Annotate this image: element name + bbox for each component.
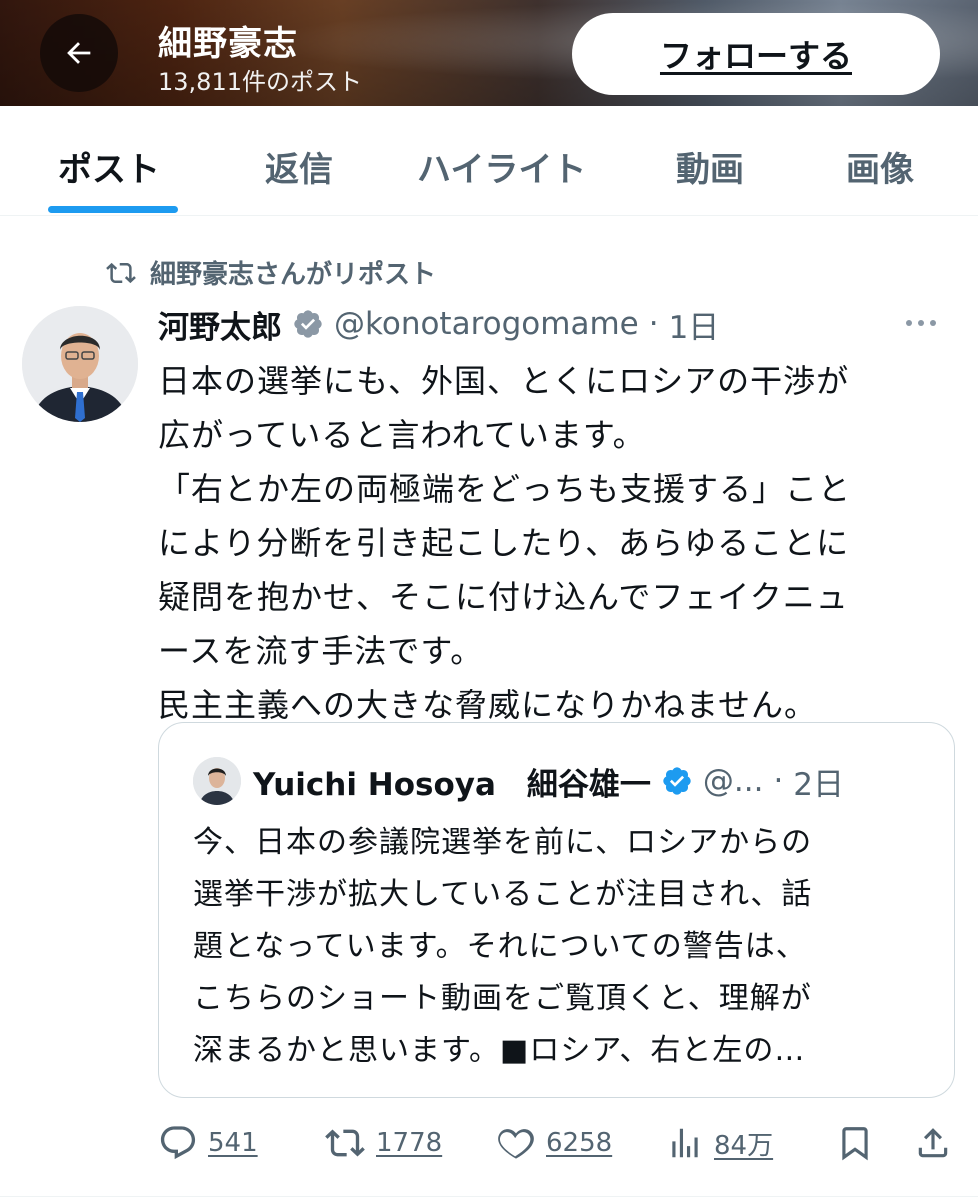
bookmark-icon [842, 1127, 868, 1161]
repost-label: 細野豪志さんがリポスト [150, 260, 437, 290]
quoted-post-header: Yuichi Hosoya 細谷雄一 @... · 2日 [253, 757, 844, 805]
reply-button[interactable]: 541 [158, 1118, 258, 1168]
avatar[interactable] [22, 306, 138, 422]
like-button[interactable]: 6258 [496, 1118, 612, 1168]
separator-dot: · [773, 763, 784, 799]
repost-icon [325, 1129, 365, 1157]
quoted-post-text: 今、日本の参議院選挙を前に、ロシアからの 選挙干渉が拡大していることが注目され、… [193, 825, 813, 1068]
tab-posts[interactable]: ポスト [58, 142, 160, 191]
author-handle[interactable]: @konotarogomame [334, 306, 639, 342]
avatar-portrait [22, 306, 138, 422]
share-button[interactable] [914, 1118, 952, 1168]
repost-context[interactable]: 細野豪志さんがリポスト [104, 254, 436, 291]
post-text: 日本の選挙にも、外国、とくにロシアの干渉が 広がっていると言われています。 「右… [158, 362, 852, 724]
tab-videos[interactable]: 動画 [676, 142, 744, 191]
arrow-left-icon [67, 42, 91, 64]
like-count: 6258 [546, 1128, 613, 1158]
verified-badge-icon [663, 767, 691, 795]
views-chart-icon [672, 1128, 698, 1158]
post-header: 河野太郎 @konotarogomame · 1日 [158, 302, 948, 346]
separator-dot: · [648, 306, 659, 342]
tab-images[interactable]: 画像 [846, 142, 914, 191]
post-actions: 541 1778 6258 84万 [158, 1118, 958, 1168]
repost-icon [106, 262, 136, 283]
quoted-author-name: Yuichi Hosoya 細谷雄一 [253, 766, 651, 803]
profile-header-banner: 細野豪志 13,811件のポスト フォローする [0, 0, 978, 106]
repost-count: 1778 [376, 1128, 443, 1158]
quoted-avatar [193, 757, 241, 805]
back-button[interactable] [40, 14, 118, 92]
quoted-post-card[interactable]: Yuichi Hosoya 細谷雄一 @... · 2日 今、日本の参議院選挙を… [158, 722, 955, 1098]
follow-button[interactable]: フォローする [572, 13, 940, 95]
repost-button[interactable]: 1778 [324, 1118, 442, 1168]
more-options-icon[interactable] [904, 314, 938, 332]
author-name[interactable]: 河野太郎 [158, 302, 282, 347]
divider [0, 1196, 978, 1197]
share-icon [918, 1128, 948, 1158]
profile-name: 細野豪志 [158, 24, 298, 64]
quoted-handle: @... [702, 763, 764, 799]
active-tab-indicator [48, 206, 178, 213]
reply-icon [160, 1126, 196, 1160]
profile-tabs: ポスト 返信 ハイライト 動画 画像 [0, 106, 978, 216]
quoted-avatar-portrait [193, 757, 241, 805]
post-count: 13,811件のポスト [158, 68, 362, 96]
heart-icon [498, 1129, 534, 1159]
tab-highlights[interactable]: ハイライト [417, 142, 586, 191]
quoted-time: 2日 [793, 766, 845, 803]
bookmark-button[interactable] [836, 1118, 874, 1168]
tab-replies[interactable]: 返信 [265, 142, 333, 191]
verified-badge-icon [294, 310, 322, 338]
views-button[interactable]: 84万 [666, 1118, 773, 1168]
post-time[interactable]: 1日 [669, 302, 720, 347]
views-count: 84万 [714, 1130, 774, 1161]
reply-count: 541 [208, 1128, 258, 1158]
